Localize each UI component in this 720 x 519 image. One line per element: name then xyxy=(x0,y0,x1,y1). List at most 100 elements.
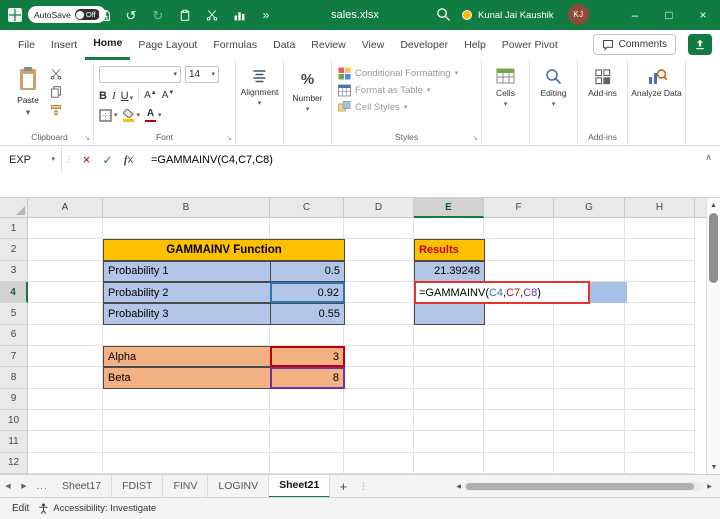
user-name[interactable]: Kunal Jai Kaushik xyxy=(478,0,554,30)
avatar[interactable]: KJ xyxy=(568,4,589,25)
minimize-icon[interactable]: – xyxy=(618,0,652,30)
scroll-down-icon[interactable]: ▼ xyxy=(707,460,720,474)
font-size-combo[interactable]: 14▾ xyxy=(185,66,219,83)
row-header-3[interactable]: 3 xyxy=(0,261,28,282)
format-as-table-button[interactable]: Format as Table ▾ xyxy=(338,82,477,99)
paste-button[interactable]: Paste ▾ xyxy=(6,66,50,117)
more-sheets-icon[interactable]: ... xyxy=(32,481,52,492)
row-header-1[interactable]: 1 xyxy=(0,218,28,239)
cell-B2-title[interactable]: GAMMAINV Function xyxy=(103,239,345,260)
row-header-8[interactable]: 8 xyxy=(0,367,28,388)
horizontal-scroll-thumb[interactable] xyxy=(466,483,694,490)
cell-E5[interactable] xyxy=(414,303,485,324)
column-header-G[interactable]: G xyxy=(554,198,625,218)
tab-formulas[interactable]: Formulas xyxy=(205,30,265,60)
autosave-toggle[interactable]: AutoSave Off xyxy=(28,6,106,23)
tab-home[interactable]: Home xyxy=(85,30,130,60)
conditional-formatting-button[interactable]: Conditional Formatting ▾ xyxy=(338,65,477,82)
clipboard-dialog-launcher-icon[interactable]: ↘ xyxy=(84,135,90,142)
column-header-C[interactable]: C xyxy=(270,198,344,218)
cell-C5[interactable]: 0.55 xyxy=(270,303,345,324)
sheet-splitter-icon[interactable]: ⋮ xyxy=(356,481,370,492)
search-icon[interactable] xyxy=(436,7,451,25)
tab-data[interactable]: Data xyxy=(265,30,303,60)
tab-power-pivot[interactable]: Power Pivot xyxy=(494,30,566,60)
row-header-9[interactable]: 9 xyxy=(0,389,28,410)
sheet-nav-left-icon[interactable]: ◀ xyxy=(0,482,16,490)
cell-B4[interactable]: Probability 2 xyxy=(103,282,271,303)
row-header-7[interactable]: 7 xyxy=(0,346,28,367)
decrease-font-button[interactable]: A▼ xyxy=(162,90,175,101)
italic-button[interactable]: I xyxy=(112,90,116,102)
tab-help[interactable]: Help xyxy=(456,30,494,60)
cell-e4-edit[interactable]: =GAMMAINV(C4,C7,C8) xyxy=(414,281,590,304)
row-header-11[interactable]: 11 xyxy=(0,431,28,452)
bold-button[interactable]: B xyxy=(99,90,107,102)
horizontal-scrollbar[interactable]: ◀ ▶ xyxy=(453,481,715,492)
document-title[interactable]: sales.xlsx xyxy=(280,0,430,30)
column-header-D[interactable]: D xyxy=(344,198,414,218)
editing-button[interactable]: Editing ▾ xyxy=(530,60,577,145)
sheet-tab-loginv[interactable]: LOGINV xyxy=(208,475,269,498)
sheet-tab-fdist[interactable]: FDIST xyxy=(112,475,163,498)
hscroll-track[interactable] xyxy=(464,482,704,491)
font-color-button[interactable]: A ▾ xyxy=(145,109,162,123)
maximize-icon[interactable]: □ xyxy=(652,0,686,30)
comments-button[interactable]: Comments xyxy=(593,34,676,55)
format-painter-button[interactable] xyxy=(50,104,62,116)
font-dialog-launcher-icon[interactable]: ↘ xyxy=(226,135,232,142)
cell-C7[interactable]: 3 xyxy=(270,346,345,367)
insert-function-icon[interactable]: fx xyxy=(118,146,139,173)
styles-dialog-launcher-icon[interactable]: ↘ xyxy=(472,135,478,142)
cut-button[interactable] xyxy=(50,68,62,80)
add-sheet-icon[interactable]: + xyxy=(330,479,356,494)
name-box[interactable]: EXP ▾ xyxy=(0,146,62,173)
underline-button[interactable]: U▾ xyxy=(121,90,133,102)
tab-developer[interactable]: Developer xyxy=(392,30,456,60)
column-header-A[interactable]: A xyxy=(28,198,103,218)
number-button[interactable]: % Number ▾ xyxy=(284,60,331,145)
cell-E3[interactable]: 21.39248 xyxy=(414,261,485,282)
column-header-F[interactable]: F xyxy=(484,198,554,218)
row-header-4[interactable]: 4 xyxy=(0,282,28,303)
excel-app-icon[interactable] xyxy=(8,8,22,25)
accessibility-status[interactable]: Accessibility: Investigate xyxy=(38,503,156,514)
customize-toolbar-icon[interactable]: » xyxy=(258,6,274,24)
copy-button[interactable] xyxy=(50,86,62,98)
row-header-5[interactable]: 5 xyxy=(0,303,28,324)
tab-insert[interactable]: Insert xyxy=(43,30,85,60)
formula-bar-splitter-icon[interactable]: ⋮ xyxy=(62,154,76,165)
cut-icon[interactable] xyxy=(204,6,220,24)
sheet-tab-finv[interactable]: FINV xyxy=(163,475,208,498)
chart-icon[interactable] xyxy=(231,6,247,24)
formula-input[interactable]: =GAMMAINV(C4,C7,C8) xyxy=(139,154,720,166)
vertical-scrollbar[interactable]: ▲ ▼ xyxy=(706,198,720,474)
row-header-2[interactable]: 2 xyxy=(0,239,28,260)
tab-file[interactable]: File xyxy=(10,30,43,60)
scroll-up-icon[interactable]: ▲ xyxy=(707,198,720,212)
share-button[interactable] xyxy=(688,34,712,55)
cells-button[interactable]: Cells ▾ xyxy=(482,60,529,145)
clipboard-icon[interactable] xyxy=(177,6,193,24)
cell-C8[interactable]: 8 xyxy=(270,367,345,388)
analyze-data-button[interactable]: Analyze Data xyxy=(628,60,685,145)
tab-view[interactable]: View xyxy=(354,30,393,60)
tab-page-layout[interactable]: Page Layout xyxy=(130,30,205,60)
cell-B5[interactable]: Probability 3 xyxy=(103,303,271,324)
cell-B3[interactable]: Probability 1 xyxy=(103,261,271,282)
undo-icon[interactable]: ↺ xyxy=(123,6,139,24)
cell-styles-button[interactable]: Cell Styles ▾ xyxy=(338,99,477,116)
cell-B7[interactable]: Alpha xyxy=(103,346,271,367)
cell-C4[interactable]: 0.92 xyxy=(270,282,345,303)
cell-E2[interactable]: Results xyxy=(414,239,485,260)
select-all-corner[interactable] xyxy=(0,198,28,218)
vertical-scroll-thumb[interactable] xyxy=(709,213,718,283)
hscroll-left-icon[interactable]: ◀ xyxy=(453,483,464,490)
close-icon[interactable]: × xyxy=(686,0,720,30)
tab-review[interactable]: Review xyxy=(303,30,353,60)
fill-color-button[interactable]: ▾ xyxy=(123,109,141,122)
font-name-combo[interactable]: ▾ xyxy=(99,66,181,83)
row-header-6[interactable]: 6 xyxy=(0,325,28,346)
cancel-icon[interactable]: × xyxy=(76,146,97,173)
sheet-tab-sheet21[interactable]: Sheet21 xyxy=(269,475,330,498)
